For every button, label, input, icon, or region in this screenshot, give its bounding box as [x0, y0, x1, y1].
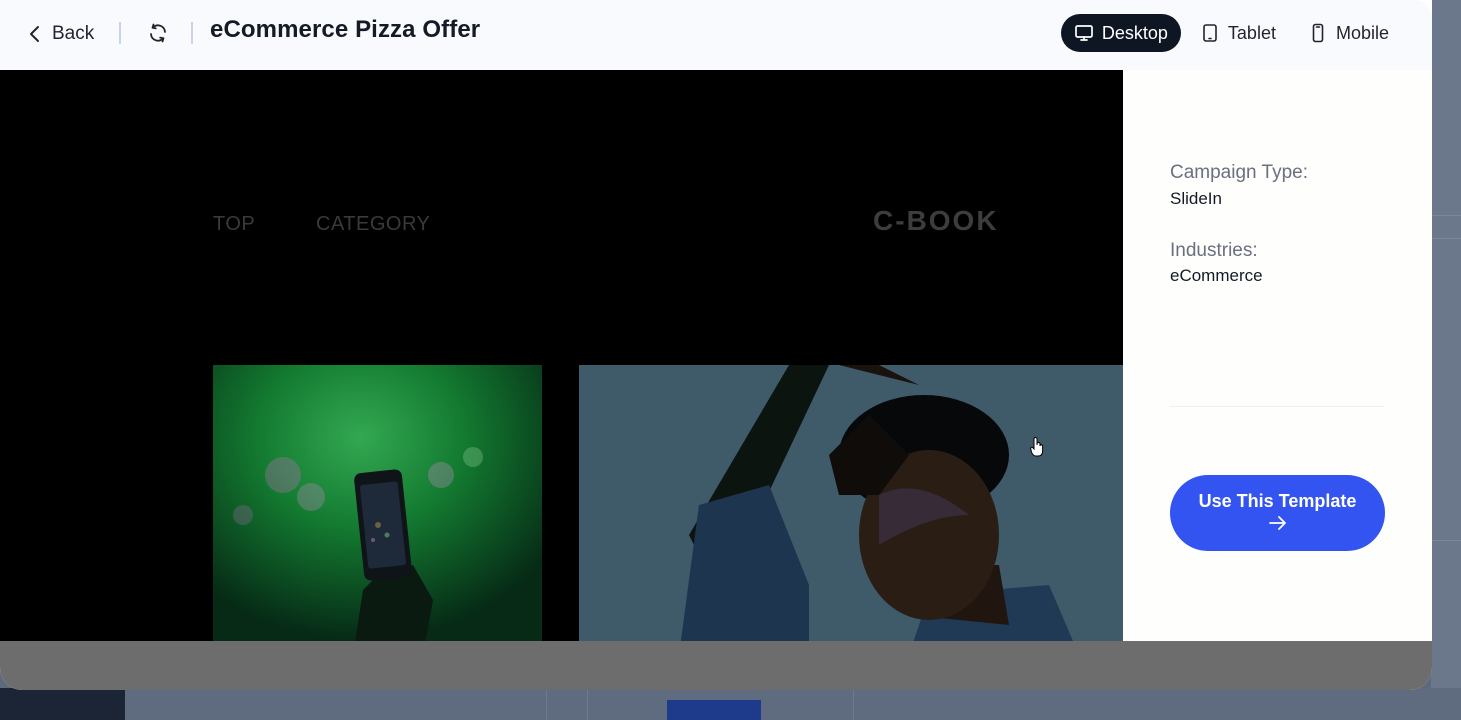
- mobile-icon: [1312, 23, 1324, 43]
- use-template-label: Use This Template: [1198, 491, 1357, 511]
- device-switcher: Desktop Tablet Mobile: [1060, 14, 1402, 52]
- background-footer: [0, 688, 1461, 720]
- preview-nav-top: TOP: [213, 213, 256, 235]
- industries-value: eCommerce: [1170, 266, 1263, 285]
- background-divider: [587, 688, 588, 720]
- header-separator: [191, 22, 193, 44]
- back-button[interactable]: Back: [28, 20, 94, 48]
- concert-photo: [213, 365, 542, 641]
- background-sidebar: [1431, 0, 1461, 720]
- template-preview-modal: Back eCommerce Pizza Offer Desktop Table…: [0, 0, 1432, 690]
- desktop-icon: [1075, 25, 1093, 41]
- background-divider: [546, 688, 547, 720]
- tablet-view-button[interactable]: Tablet: [1187, 14, 1289, 52]
- mobile-view-button[interactable]: Mobile: [1295, 14, 1402, 52]
- campaign-type-label: Campaign Type:: [1170, 162, 1309, 183]
- modal-footer: [0, 641, 1432, 690]
- template-preview-frame: TOP CATEGORY C-BOOK: [0, 70, 1123, 641]
- header-separator: [119, 22, 121, 44]
- background-thumbnail: [667, 700, 761, 720]
- preview-concert-image: [213, 365, 542, 641]
- campaign-type-value: SlideIn: [1170, 189, 1222, 208]
- background-divider: [1431, 215, 1461, 216]
- desktop-view-button[interactable]: Desktop: [1060, 14, 1181, 52]
- background-dark-panel: [0, 688, 125, 720]
- portrait-photo: [579, 365, 1123, 641]
- hand-cursor-icon: [1030, 437, 1044, 457]
- page-title: eCommerce Pizza Offer: [210, 16, 481, 43]
- preview-logo: C-BOOK: [873, 205, 999, 236]
- background-divider: [1431, 238, 1461, 239]
- preview-portrait-image: [579, 365, 1123, 641]
- modal-header: Back eCommerce Pizza Offer Desktop Table…: [0, 0, 1432, 70]
- background-divider: [1431, 540, 1461, 541]
- template-details-panel: Campaign Type: SlideIn Industries: eComm…: [1123, 70, 1432, 641]
- preview-nav-category: CATEGORY: [316, 213, 431, 235]
- refresh-icon[interactable]: [146, 21, 170, 45]
- tablet-label: Tablet: [1227, 22, 1276, 43]
- chevron-left-icon: [30, 26, 39, 42]
- back-label: Back: [52, 23, 95, 44]
- industries-label: Industries:: [1170, 240, 1258, 261]
- use-template-button[interactable]: Use This Template: [1170, 475, 1385, 551]
- arrow-right-icon: [1268, 516, 1286, 530]
- background-divider: [853, 688, 854, 720]
- desktop-label: Desktop: [1101, 22, 1168, 43]
- mobile-label: Mobile: [1335, 22, 1389, 43]
- tablet-icon: [1203, 24, 1217, 42]
- panel-divider: [1170, 406, 1384, 407]
